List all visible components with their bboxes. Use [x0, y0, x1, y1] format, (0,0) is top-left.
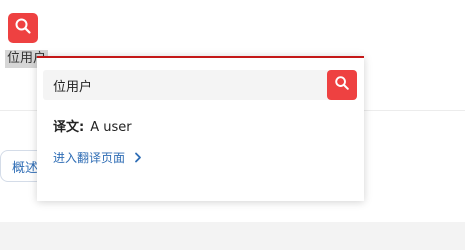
tab-overview-label: 概述: [12, 160, 39, 176]
translation-popup: 译文: A user 进入翻译页面: [37, 56, 364, 201]
bottom-band: [0, 222, 465, 250]
search-icon: [334, 75, 350, 95]
search-bar: [43, 70, 357, 100]
page: 位用户 概述 译文:A user 进入翻译页面: [0, 0, 465, 250]
open-translation-page-label: 进入翻译页面: [53, 151, 126, 165]
translate-trigger-button[interactable]: [8, 13, 38, 43]
search-button[interactable]: [327, 70, 357, 100]
search-icon: [14, 17, 32, 39]
translation-result: 译文: A user: [53, 116, 132, 135]
chevron-right-icon: [134, 152, 142, 163]
search-input[interactable]: [53, 70, 313, 100]
open-translation-page-link[interactable]: 进入翻译页面: [53, 149, 142, 166]
translation-label: 译文:: [53, 120, 85, 135]
translation-value: A user: [90, 120, 132, 135]
